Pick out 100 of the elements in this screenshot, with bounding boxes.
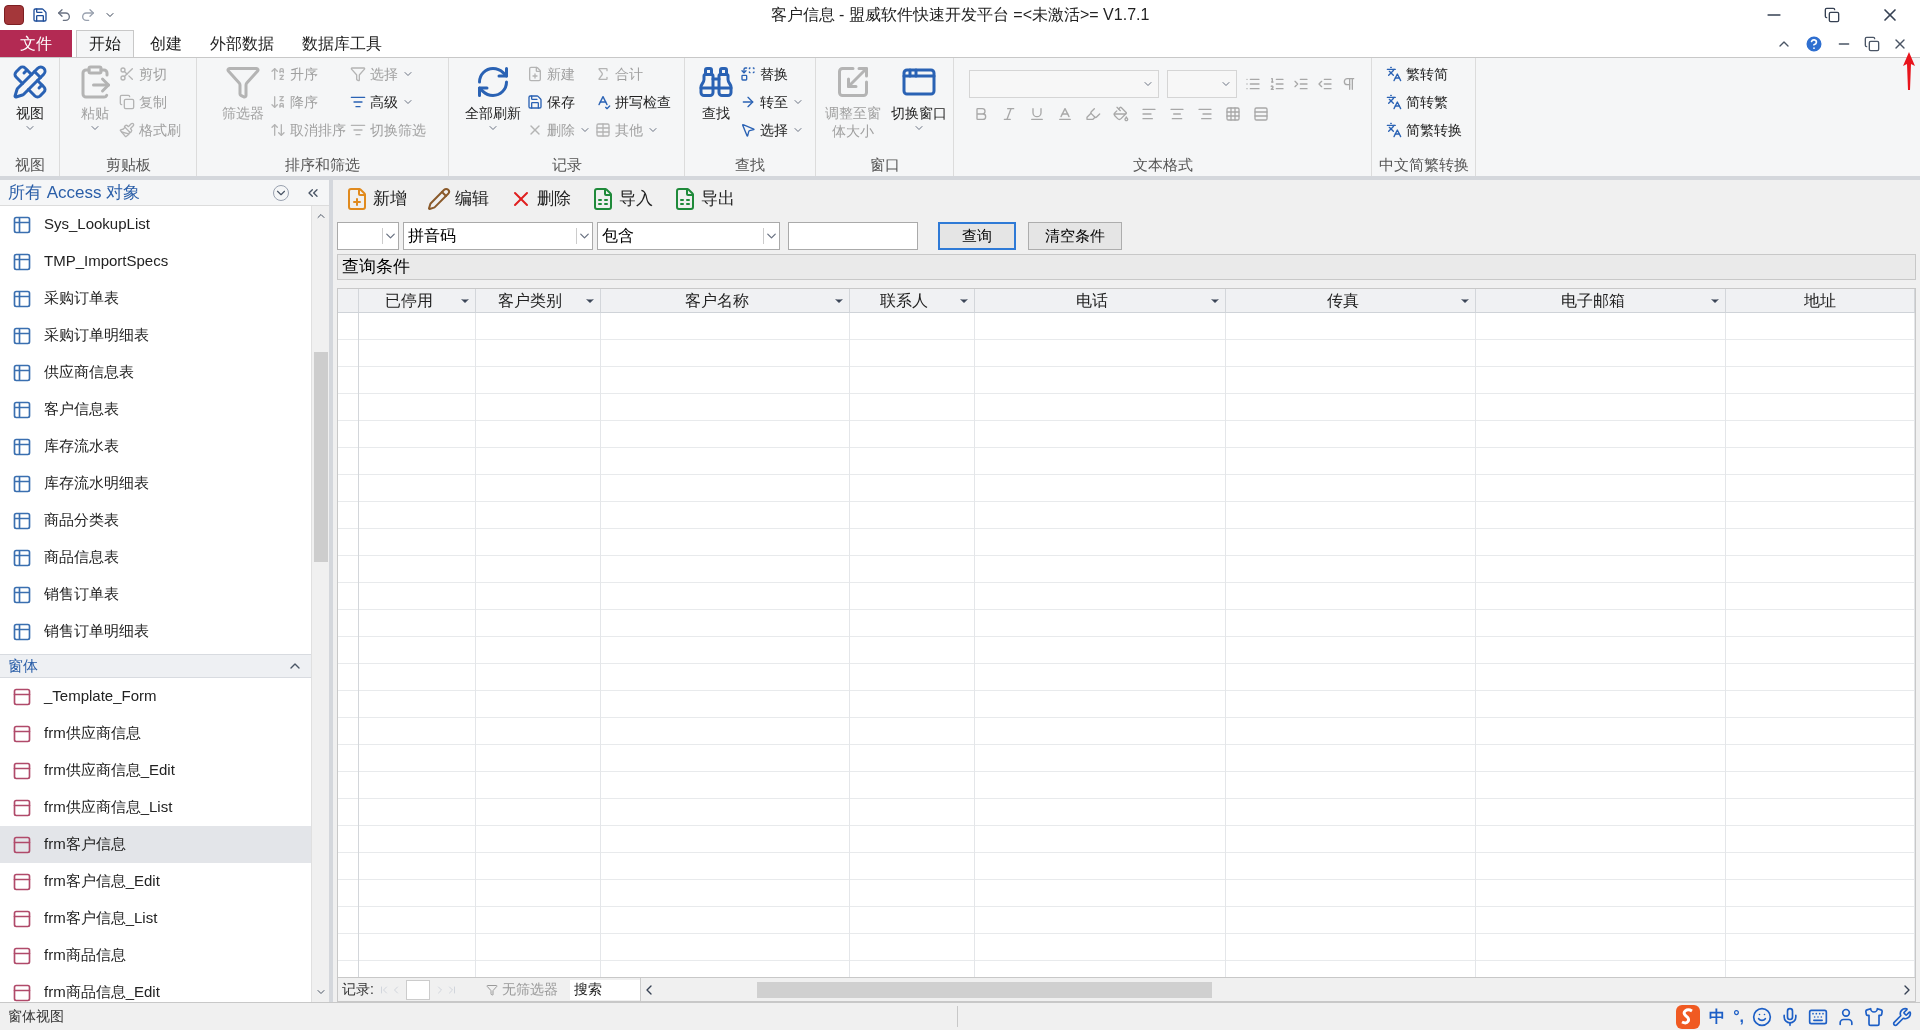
nav-item[interactable]: Sys_LookupList [0, 206, 311, 243]
nav-item[interactable]: frm供应商信息_List [0, 789, 311, 826]
ime-indicator[interactable]: 中 [1709, 1004, 1726, 1029]
toolbar-button[interactable]: 新增 [341, 186, 411, 212]
ribbon-button[interactable]: 全部刷新 [460, 60, 525, 154]
toolbar-button[interactable]: 删除 [505, 186, 575, 212]
copy-icon [119, 94, 135, 110]
pencil-icon [427, 187, 451, 211]
pointer-icon [740, 122, 756, 138]
view-ruler-icon [11, 64, 48, 100]
record-nav-label: 记录: [341, 980, 375, 999]
emoji-icon[interactable] [1752, 1006, 1772, 1027]
nav-item[interactable]: 库存流水表 [0, 428, 311, 465]
ribbon-button[interactable]: 拼写检查 [592, 88, 673, 116]
ribbon-button[interactable]: 选择 [738, 116, 806, 144]
sort-ascending-icon [269, 66, 286, 82]
nav-item[interactable]: frm供应商信息_Edit [0, 752, 311, 789]
ribbon-tab[interactable]: 创建 [138, 30, 194, 57]
user-icon[interactable] [1836, 1006, 1856, 1027]
ribbon-button[interactable]: 转至 [738, 88, 806, 116]
field-dropdown[interactable]: 拼音码 [403, 222, 593, 250]
column-header[interactable]: 联系人 [850, 289, 975, 312]
query-button[interactable]: 查询 [938, 222, 1016, 250]
ribbon-tab[interactable]: 开始 [76, 30, 134, 57]
paintbrush-icon [119, 122, 135, 138]
column-header[interactable]: 地址 [1726, 289, 1915, 312]
column-header[interactable]: 已停用 [359, 289, 476, 312]
shirt-icon[interactable] [1864, 1006, 1884, 1027]
table-icon [12, 288, 32, 309]
window-title: 客户信息 - 盟威软件快速开发平台 =<未激活>= V1.7.1 [769, 5, 1151, 25]
nav-item[interactable]: 库存流水明细表 [0, 465, 311, 502]
form-icon [12, 760, 32, 781]
restore-icon[interactable] [1824, 7, 1840, 23]
ribbon-tab[interactable]: 数据库工具 [290, 30, 394, 57]
ribbon-group-title: 排序和筛选 [284, 155, 361, 175]
nav-item[interactable]: TMP_ImportSpecs [0, 243, 311, 280]
query-conditions-bar: 查询条件 [337, 254, 1916, 280]
ribbon-button[interactable]: 保存 [524, 88, 593, 116]
ribbon-button[interactable]: 高级 [347, 88, 428, 116]
column-header[interactable]: 传真 [1226, 289, 1476, 312]
ime-logo-icon[interactable] [1675, 1003, 1702, 1030]
nav-item[interactable]: 商品信息表 [0, 539, 311, 576]
caret-icon [763, 228, 779, 244]
save-icon [526, 94, 543, 110]
record-number-field[interactable] [405, 979, 430, 1000]
nav-item[interactable]: frm客户信息_List [0, 900, 311, 937]
status-text: 窗体视图 [0, 1006, 958, 1027]
toolbar-button[interactable]: 编辑 [423, 186, 493, 212]
redo-icon[interactable] [80, 7, 96, 23]
ribbon-tab[interactable]: 文件 [0, 30, 72, 57]
nav-item[interactable]: 采购订单明细表 [0, 317, 311, 354]
ribbon-button[interactable]: 简转繁 [1383, 88, 1464, 116]
ribbon-button[interactable]: 替换 [738, 60, 806, 88]
ribbon-button[interactable]: 切换窗口 [886, 60, 951, 154]
microphone-icon[interactable] [1780, 1006, 1800, 1027]
column-header[interactable]: 客户名称 [601, 289, 850, 312]
ribbon-group-title: 窗口 [868, 155, 901, 175]
ime-indicator[interactable]: °, [1733, 1004, 1744, 1029]
nav-item[interactable]: 客户信息表 [0, 391, 311, 428]
scrollbar-thumb[interactable] [313, 352, 328, 562]
column-header[interactable]: 客户类别 [476, 289, 601, 312]
scrollbar-thumb[interactable] [756, 981, 1212, 998]
query-button[interactable]: 清空条件 [1028, 222, 1122, 250]
vertical-scrollbar[interactable] [311, 206, 329, 1002]
caret-icon [576, 228, 592, 244]
nav-item[interactable]: 采购订单表 [0, 280, 311, 317]
restore-icon[interactable] [1864, 35, 1880, 52]
nav-item[interactable]: _Template_Form [0, 678, 311, 715]
ribbon-group-title: 中文简繁转换 [1377, 155, 1470, 175]
nav-item[interactable]: frm客户信息_Edit [0, 863, 311, 900]
nav-section-header[interactable]: 窗体 [0, 654, 311, 678]
search-value-input[interactable] [788, 222, 918, 250]
ribbon-button[interactable]: 繁转简 [1383, 60, 1464, 88]
dropdown-value: 包含 [602, 226, 635, 246]
save-icon[interactable] [32, 7, 48, 23]
operator-dropdown[interactable]: 包含 [597, 222, 780, 250]
ribbon-button[interactable]: 视图 [7, 60, 52, 154]
form-icon [12, 834, 32, 855]
form-icon [12, 908, 32, 929]
help-icon[interactable] [1804, 33, 1824, 54]
ribbon-button[interactable]: 简繁转换 [1383, 116, 1464, 144]
nav-item[interactable]: frm商品信息_Edit [0, 974, 311, 1002]
nav-item[interactable]: 商品分类表 [0, 502, 311, 539]
ribbon-tab[interactable]: 外部数据 [198, 30, 286, 57]
nav-item[interactable]: frm商品信息 [0, 937, 311, 974]
dropdown[interactable] [337, 222, 399, 250]
wrench-icon[interactable] [1892, 1006, 1912, 1027]
nav-item[interactable]: 供应商信息表 [0, 354, 311, 391]
undo-icon[interactable] [56, 7, 72, 23]
nav-item[interactable]: 销售订单明细表 [0, 613, 311, 650]
nav-item[interactable]: frm客户信息 [0, 826, 311, 863]
toolbar-button[interactable]: 导入 [587, 186, 657, 212]
search-field[interactable]: 搜索 [569, 979, 640, 1000]
toolbar-button[interactable]: 导出 [669, 186, 739, 212]
ribbon-button[interactable]: 查找 [694, 60, 738, 154]
column-header[interactable]: 电子邮箱 [1476, 289, 1726, 312]
column-header[interactable]: 电话 [975, 289, 1226, 312]
table-icon [12, 362, 32, 383]
nav-item[interactable]: 销售订单表 [0, 576, 311, 613]
nav-item[interactable]: frm供应商信息 [0, 715, 311, 752]
